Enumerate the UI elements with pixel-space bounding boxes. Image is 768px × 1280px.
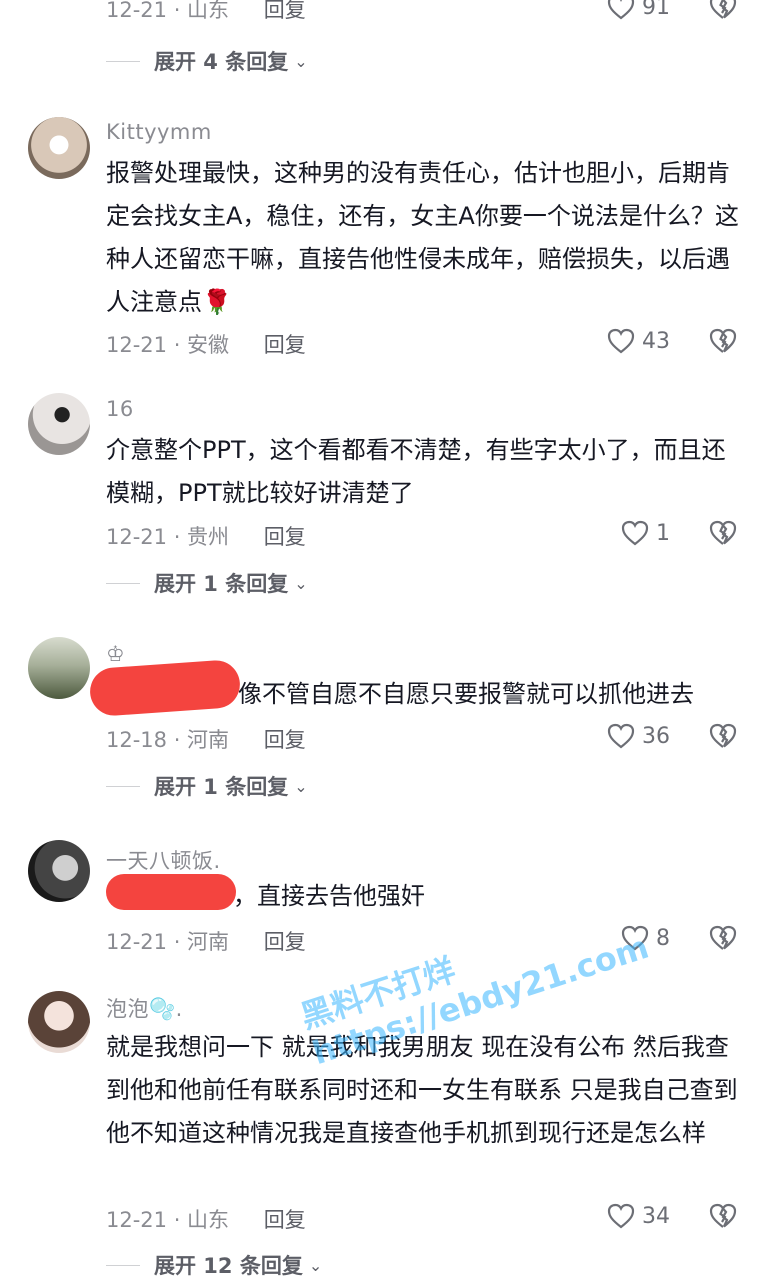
chevron-down-icon: ⌄ bbox=[294, 776, 308, 796]
divider-line bbox=[106, 785, 140, 787]
avatar[interactable] bbox=[28, 840, 90, 902]
expand-replies-button[interactable]: 展开 12 条回复 ⌄ bbox=[106, 1250, 322, 1280]
chevron-down-icon: ⌄ bbox=[294, 51, 308, 71]
reply-button[interactable]: 回复 bbox=[264, 0, 306, 22]
comment-meta: 12-21 · 山东 回复 bbox=[106, 0, 306, 22]
broken-heart-icon[interactable] bbox=[708, 721, 738, 751]
heart-icon bbox=[607, 723, 635, 749]
heart-icon bbox=[607, 1203, 635, 1229]
comment-text: 就是我想问一下 就是我和我男朋友 现在没有公布 然后我查到他和他前任有联系同时还… bbox=[106, 1033, 738, 1147]
username[interactable]: 泡泡🫧. bbox=[106, 993, 183, 1023]
broken-heart-icon[interactable] bbox=[708, 326, 738, 356]
comment-meta: 12-18 · 河南 回复 bbox=[106, 728, 306, 752]
username[interactable]: 16 bbox=[106, 397, 134, 421]
avatar[interactable] bbox=[28, 637, 90, 699]
previous-comment-footer: 12-21 · 山东 回复 91 bbox=[0, 0, 768, 26]
comment-text: 报警处理最快，这种男的没有责任心，估计也胆小，后期肯定会找女主A，稳住，还有，女… bbox=[106, 159, 739, 316]
username[interactable]: Kittyymm bbox=[106, 120, 212, 144]
broken-heart-icon[interactable] bbox=[708, 923, 738, 953]
comment-meta: 12-21 · 河南 回复 bbox=[106, 930, 306, 954]
heart-icon bbox=[607, 328, 635, 354]
redaction-mark bbox=[106, 874, 236, 910]
heart-icon bbox=[607, 0, 635, 20]
username[interactable]: 一天八顿饭. bbox=[106, 845, 221, 875]
heart-icon bbox=[621, 520, 649, 546]
comment-text: 像不管自愿不自愿只要报警就可以抓他进去 bbox=[238, 680, 694, 708]
like-button[interactable]: 43 bbox=[606, 326, 670, 356]
expand-replies-button[interactable]: 展开 1 条回复 ⌄ bbox=[106, 771, 308, 801]
reply-button[interactable]: 回复 bbox=[264, 728, 306, 752]
divider-line bbox=[106, 1264, 140, 1266]
redaction-mark bbox=[88, 658, 242, 718]
reply-button[interactable]: 回复 bbox=[264, 930, 306, 954]
like-button[interactable]: 36 bbox=[606, 721, 670, 751]
avatar[interactable] bbox=[28, 991, 90, 1053]
like-button[interactable]: 91 bbox=[606, 0, 670, 22]
comment-meta: 12-21 · 安徽 回复 bbox=[106, 333, 306, 357]
comment-text: 介意整个PPT，这个看都看不清楚，有些字太小了，而且还模糊，PPT就比较好讲清楚… bbox=[106, 436, 726, 507]
broken-heart-icon[interactable] bbox=[708, 0, 738, 22]
divider-line bbox=[106, 60, 140, 62]
chevron-down-icon: ⌄ bbox=[308, 1255, 323, 1275]
reply-button[interactable]: 回复 bbox=[264, 1208, 306, 1232]
broken-heart-icon[interactable] bbox=[708, 1201, 738, 1231]
avatar[interactable] bbox=[28, 117, 90, 179]
broken-heart-icon[interactable] bbox=[708, 518, 738, 548]
like-button[interactable]: 1 bbox=[620, 518, 670, 548]
avatar[interactable] bbox=[28, 393, 90, 455]
chevron-down-icon: ⌄ bbox=[294, 573, 308, 593]
like-button[interactable]: 34 bbox=[606, 1201, 670, 1231]
comment-meta: 12-21 · 贵州 回复 bbox=[106, 525, 306, 549]
reply-button[interactable]: 回复 bbox=[264, 525, 306, 549]
comment-text: ，直接去告他强奸 bbox=[233, 882, 425, 910]
username[interactable]: ♔ bbox=[106, 642, 125, 666]
reply-button[interactable]: 回复 bbox=[264, 333, 306, 357]
comment-meta: 12-21 · 山东 回复 bbox=[106, 1208, 306, 1232]
expand-replies-button[interactable]: 展开 1 条回复 ⌄ bbox=[106, 568, 308, 598]
divider-line bbox=[106, 582, 140, 584]
expand-replies-button[interactable]: 展开 4 条回复 ⌄ bbox=[106, 46, 308, 76]
